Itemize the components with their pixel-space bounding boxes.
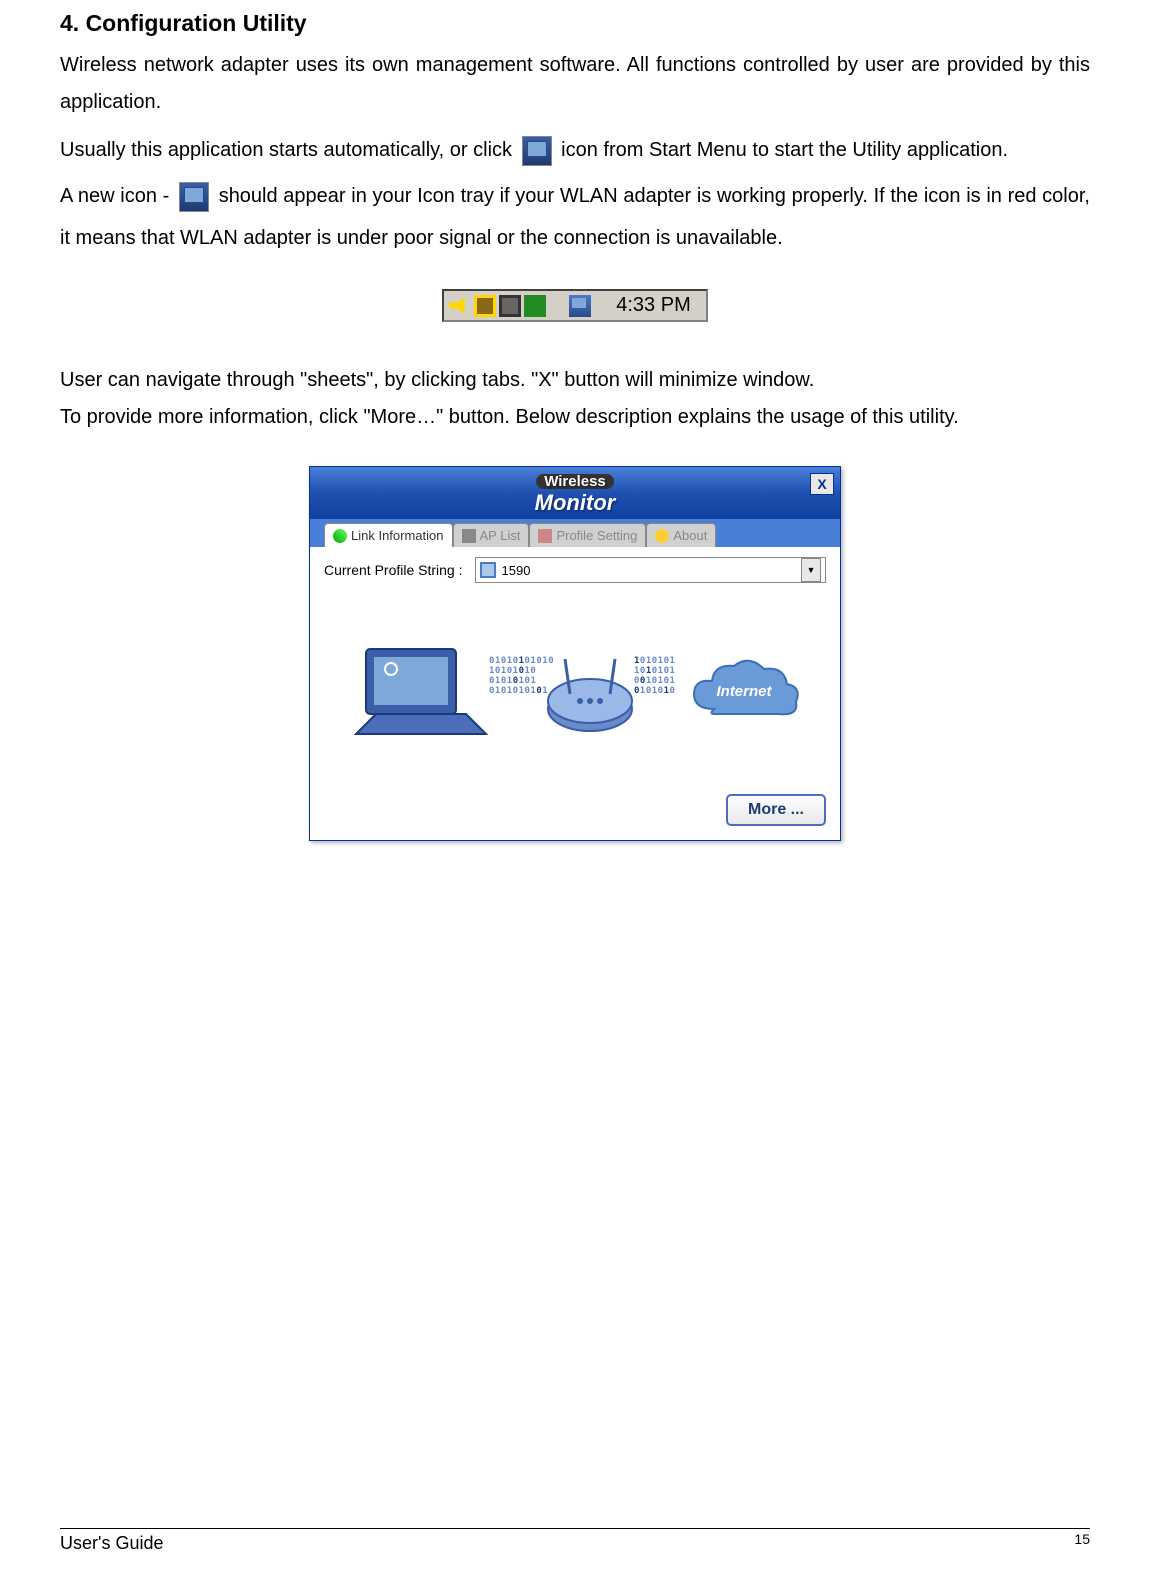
internet-cloud-icon: Internet (684, 654, 804, 734)
chevron-down-icon[interactable]: ▼ (801, 558, 821, 582)
paragraph-2b: icon from Start Menu to start the Utilit… (561, 139, 1008, 161)
page-number: 15 (1074, 1531, 1090, 1552)
tab-ap-list[interactable]: AP List (453, 523, 530, 547)
paragraph-3: A new icon - should appear in your Icon … (60, 175, 1090, 259)
tab-link-information[interactable]: Link Information (324, 523, 453, 547)
device-icon[interactable] (499, 295, 521, 317)
paragraph-3a: A new icon - (60, 185, 175, 207)
paragraph-4: User can navigate through "sheets", by c… (60, 362, 1090, 399)
system-time: 4:33 PM (606, 294, 700, 317)
wlan-tray-icon[interactable] (569, 295, 591, 317)
section-title: 4. Configuration Utility (60, 10, 1090, 37)
paragraph-1: Wireless network adapter uses its own ma… (60, 47, 1090, 121)
binary-overlay-2: 1010101101010100101010101010 (634, 656, 675, 696)
tab-profile-label: Profile Setting (556, 528, 637, 543)
system-tray: 4:33 PM (442, 289, 707, 322)
paragraph-2a: Usually this application starts automati… (60, 139, 518, 161)
internet-label: Internet (716, 683, 772, 700)
profile-select[interactable]: 1590 ▼ (475, 557, 827, 583)
more-button[interactable]: More ... (726, 794, 826, 826)
clock-sync-icon[interactable] (524, 295, 546, 317)
monitor-title: Wireless Monitor (535, 473, 616, 513)
about-icon (655, 529, 669, 543)
tab-link-label: Link Information (351, 528, 444, 543)
close-button[interactable]: X (810, 473, 834, 495)
start-menu-utility-icon (522, 136, 552, 166)
profile-select-icon (480, 562, 496, 578)
profile-label: Current Profile String : (324, 562, 463, 578)
profile-setting-icon (538, 529, 552, 543)
tab-about-label: About (673, 528, 707, 543)
paragraph-3b: should appear in your Icon tray if your … (60, 185, 1090, 249)
connection-diagram: 0101010101010101010010101010101010101 10… (324, 601, 826, 786)
monitor-titlebar: Wireless Monitor X (310, 467, 840, 519)
paragraph-2: Usually this application starts automati… (60, 129, 1090, 171)
wireless-monitor-window: Wireless Monitor X Link Information AP L… (309, 466, 841, 841)
profile-select-value: 1590 (502, 563, 802, 578)
monitor-icon[interactable] (474, 295, 496, 317)
monitor-title-main: Monitor (535, 490, 616, 515)
tab-ap-label: AP List (480, 528, 521, 543)
page-footer: User's Guide 15 (60, 1528, 1090, 1554)
footer-guide-label: User's Guide (60, 1533, 163, 1554)
tray-utility-icon (179, 182, 209, 212)
tab-about[interactable]: About (646, 523, 716, 547)
link-info-icon (333, 529, 347, 543)
monitor-title-top: Wireless (536, 474, 614, 490)
speaker-icon[interactable] (449, 295, 471, 317)
paragraph-5: To provide more information, click "More… (60, 399, 1090, 436)
ap-list-icon (462, 529, 476, 543)
monitor-tabs: Link Information AP List Profile Setting… (310, 519, 840, 547)
router-icon (540, 649, 640, 739)
binary-overlay-1: 0101010101010101010010101010101010101 (489, 656, 554, 696)
tab-profile-setting[interactable]: Profile Setting (529, 523, 646, 547)
monitor-body: Current Profile String : 1590 ▼ (310, 547, 840, 840)
laptop-icon (346, 639, 496, 749)
